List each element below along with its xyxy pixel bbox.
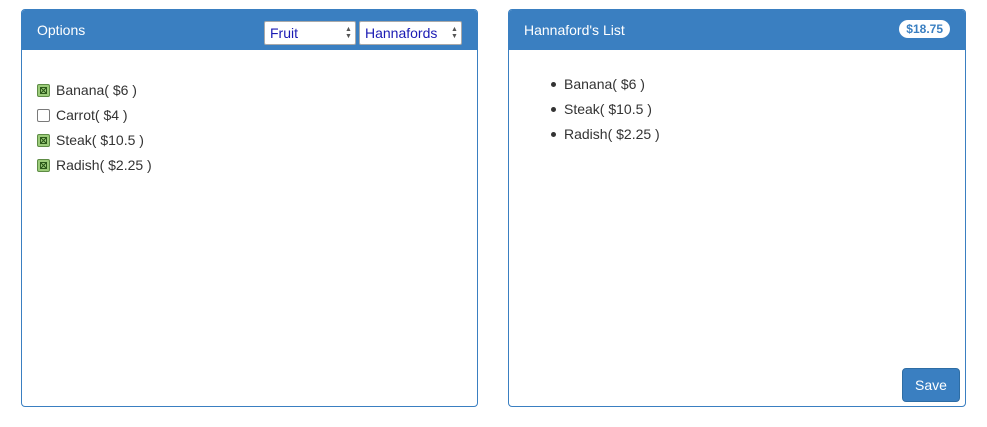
option-checkbox[interactable] [37,134,50,147]
bullet-icon [551,107,556,112]
option-checkbox[interactable] [37,159,50,172]
category-select[interactable]: Fruit ▲ ▼ [264,21,356,45]
store-select-value: Hannafords [365,25,438,41]
option-list: Banana( $6 ) Carrot( $4 ) Steak( $10.5 )… [37,77,152,177]
option-checkbox[interactable] [37,109,50,122]
bullet-icon [551,132,556,137]
list-item-label: Steak( $10.5 ) [564,101,652,117]
options-panel: Options Fruit ▲ ▼ Hannafords ▲ ▼ Banana( $… [21,9,478,407]
list-item-label: Radish( $2.25 ) [564,126,660,142]
list-item: Radish( $2.25 ) [551,122,660,147]
list-item: Steak( $10.5 ) [551,97,660,122]
option-label: Radish( $2.25 ) [56,156,152,173]
option-label: Banana( $6 ) [56,81,137,98]
shopping-list-title: Hannaford's List [524,22,625,38]
list-item: Banana( $6 ) [551,72,660,97]
option-item: Banana( $6 ) [37,77,152,102]
option-label: Steak( $10.5 ) [56,131,144,148]
option-item: Steak( $10.5 ) [37,127,152,152]
list-item-label: Banana( $6 ) [564,76,645,92]
shopping-list-panel: Hannaford's List $18.75 Banana( $6 ) Ste… [508,9,966,407]
options-panel-title: Options [37,22,86,38]
store-select[interactable]: Hannafords ▲ ▼ [359,21,462,45]
bullet-icon [551,82,556,87]
option-item: Radish( $2.25 ) [37,152,152,177]
option-checkbox[interactable] [37,84,50,97]
total-badge: $18.75 [899,20,950,38]
category-select-value: Fruit [270,25,298,41]
options-panel-heading: Options Fruit ▲ ▼ Hannafords ▲ ▼ [22,10,477,50]
save-button[interactable]: Save [902,368,960,402]
option-label: Carrot( $4 ) [56,106,128,123]
select-arrows-icon: ▲ ▼ [345,26,352,40]
shopping-list: Banana( $6 ) Steak( $10.5 ) Radish( $2.2… [551,72,660,147]
select-arrows-icon: ▲ ▼ [451,26,458,40]
option-item: Carrot( $4 ) [37,102,152,127]
shopping-list-panel-heading: Hannaford's List $18.75 [509,10,965,50]
